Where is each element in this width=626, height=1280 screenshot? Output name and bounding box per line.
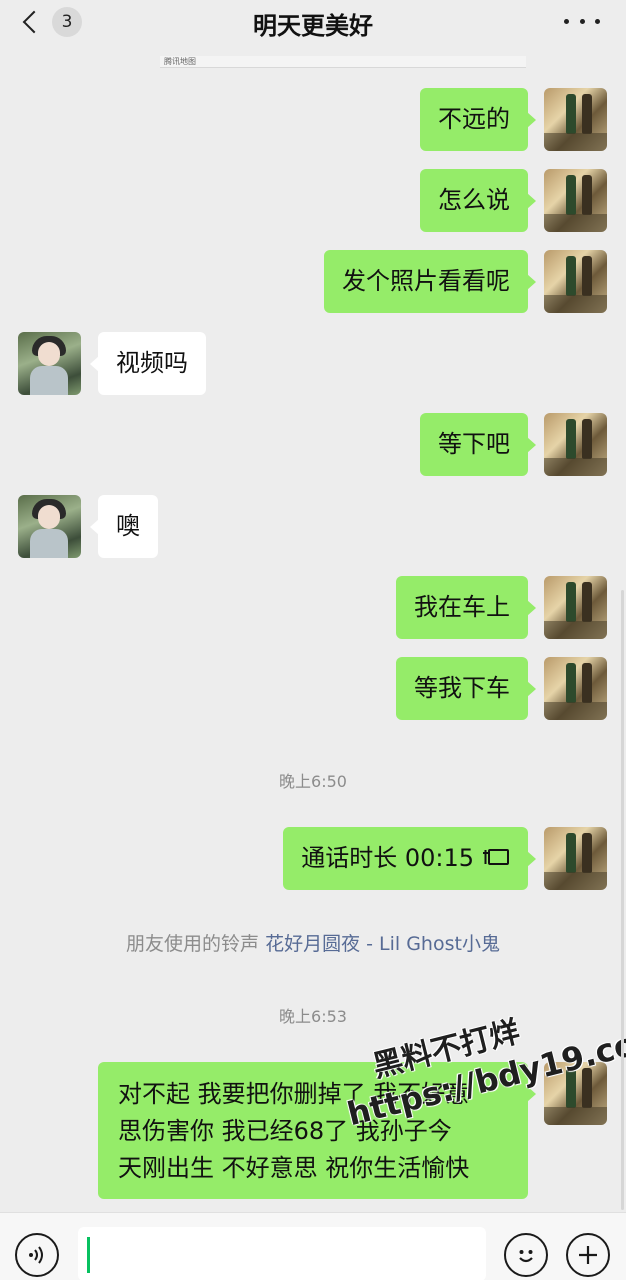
back-button[interactable]: 3: [18, 6, 84, 38]
text-caret: [87, 1237, 90, 1273]
voice-icon: [29, 1246, 43, 1264]
more-dots-icon: [579, 18, 585, 24]
emoji-icon: [519, 1250, 533, 1263]
message-line: 思伤害你 我已经68了 我孙子今: [118, 1117, 452, 1145]
chevron-left-icon: [22, 10, 46, 34]
ringtone-song-link[interactable]: 花好月圆夜 - Lil Ghost小鬼: [265, 933, 500, 955]
sent-message-bubble[interactable]: 等我下车: [396, 657, 536, 720]
emoji-button[interactable]: [504, 1233, 548, 1277]
message-timestamp: 晚上6:50: [279, 772, 347, 791]
plus-icon: [579, 1246, 597, 1264]
more-dots-icon: [595, 18, 600, 24]
sent-message-bubble[interactable]: 发个照片看看呢: [324, 250, 536, 313]
more-options-button[interactable]: [564, 12, 600, 30]
scrollbar[interactable]: [621, 590, 624, 1210]
chat-header: 3 明天更美好: [0, 0, 626, 58]
contact-avatar[interactable]: [18, 332, 81, 395]
my-avatar[interactable]: [544, 169, 607, 232]
more-dots-icon: [564, 18, 569, 24]
input-bar: [0, 1212, 626, 1280]
my-avatar[interactable]: [544, 657, 607, 720]
message-line: 对不起 我要把你删掉了 我不好意: [118, 1080, 470, 1108]
received-message-bubble[interactable]: 噢: [90, 495, 158, 558]
location-map-preview[interactable]: 腾讯地图: [160, 56, 526, 68]
unread-count-badge: 3: [52, 7, 82, 37]
my-avatar[interactable]: [544, 1062, 607, 1125]
my-avatar[interactable]: [544, 250, 607, 313]
sent-message-bubble[interactable]: 对不起 我要把你删掉了 我不好意 思伤害你 我已经68了 我孙子今 天刚出生 不…: [98, 1062, 536, 1199]
voice-input-button[interactable]: [15, 1233, 59, 1277]
sent-message-bubble[interactable]: 不远的: [420, 88, 536, 151]
message-line: 天刚出生 不好意思 祝你生活愉快: [118, 1154, 470, 1182]
map-provider-label: 腾讯地图: [164, 57, 196, 66]
sent-message-bubble[interactable]: 我在车上: [396, 576, 536, 639]
received-message-bubble[interactable]: 视频吗: [90, 332, 206, 395]
my-avatar[interactable]: [544, 413, 607, 476]
my-avatar[interactable]: [544, 88, 607, 151]
voice-call-icon: [483, 849, 509, 865]
my-avatar[interactable]: [544, 827, 607, 890]
ringtone-notice: 朋友使用的铃声 花好月圆夜 - Lil Ghost小鬼: [0, 929, 626, 956]
message-input[interactable]: [78, 1227, 486, 1280]
call-record-bubble[interactable]: 通话时长 00:15: [283, 827, 536, 890]
chat-title: 明天更美好: [253, 12, 373, 40]
sent-message-bubble[interactable]: 等下吧: [420, 413, 536, 476]
call-duration-text: 通话时长 00:15: [301, 844, 474, 872]
message-timestamp: 晚上6:53: [279, 1007, 347, 1026]
sent-message-bubble[interactable]: 怎么说: [420, 169, 536, 232]
more-functions-button[interactable]: [566, 1233, 610, 1277]
ringtone-prefix: 朋友使用的铃声: [126, 933, 260, 955]
my-avatar[interactable]: [544, 576, 607, 639]
contact-avatar[interactable]: [18, 495, 81, 558]
